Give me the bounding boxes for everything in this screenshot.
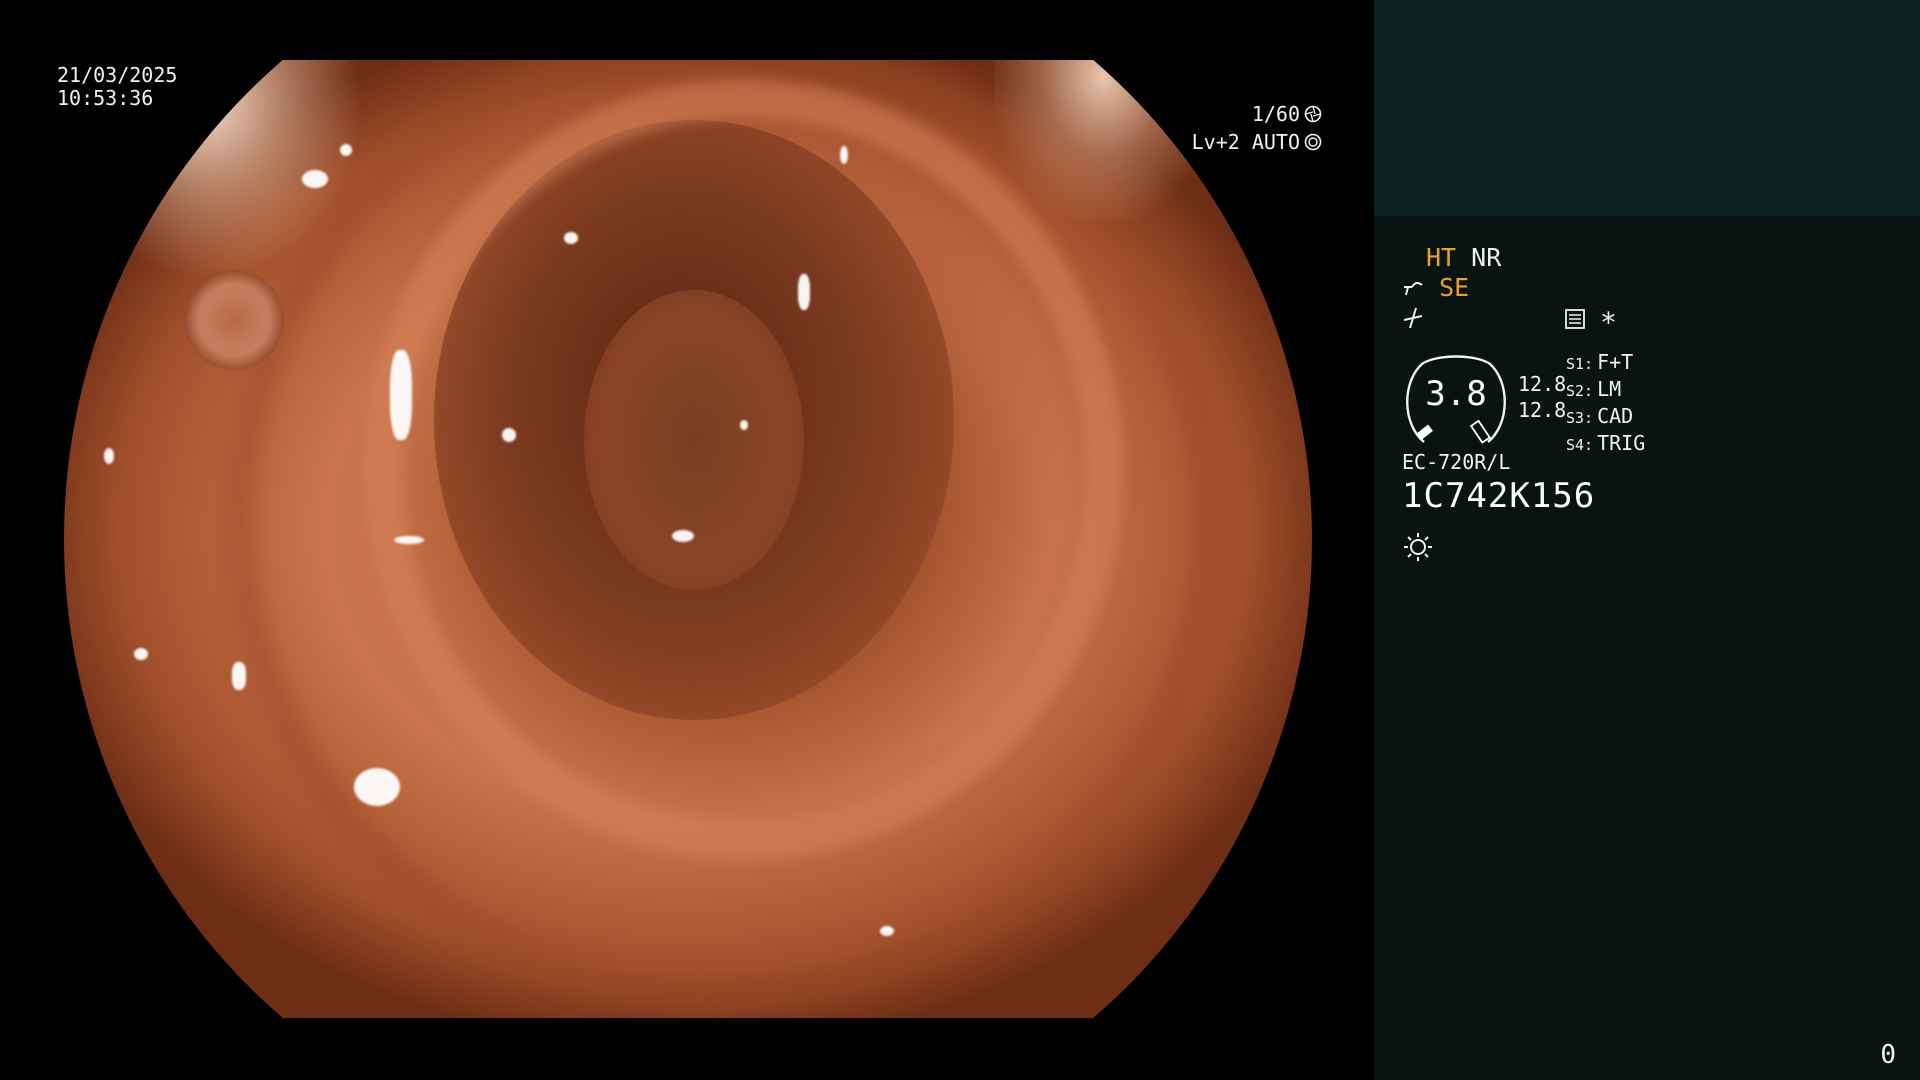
frame-counter: 0: [1880, 1040, 1896, 1070]
scope-switch: S3: CAD: [1566, 404, 1634, 428]
mode-row-2: SE: [1402, 274, 1469, 302]
specular-highlight: [394, 536, 424, 544]
secondary-value-1: 12.8: [1518, 372, 1567, 396]
ht-mode: HT: [1426, 243, 1457, 272]
specular-highlight: [740, 420, 748, 430]
shutter-icon: [1304, 105, 1322, 123]
specular-highlight: [104, 448, 114, 464]
specular-highlight: [232, 662, 246, 690]
specular-highlight: [302, 170, 328, 188]
specular-highlight: [672, 530, 694, 542]
endoscope-image: [64, 60, 1312, 1018]
iris-icon: [1304, 133, 1322, 151]
scope-switch: S4: TRIG: [1566, 431, 1646, 455]
time: 10:53:36: [57, 86, 154, 110]
nr-mode: NR: [1471, 243, 1502, 272]
scope-switch-list: S1: F+T S2: LM S3: CAD S4: TRIG: [1566, 350, 1645, 458]
brightness-icon: [1404, 533, 1432, 561]
specular-highlight: [840, 146, 848, 164]
date: 21/03/2025: [57, 63, 178, 87]
specular-highlight: [880, 926, 894, 936]
iris-mode: Lv+2 AUTO: [1191, 130, 1300, 154]
shutter-speed: 1/60: [1251, 102, 1300, 126]
se-mode: SE: [1439, 273, 1470, 302]
scope-serial: 1C742K156: [1402, 476, 1596, 516]
diverticulum: [184, 270, 284, 370]
specular-highlight: [354, 768, 400, 806]
timestamp: 21/03/2025 10:53:36: [57, 64, 177, 110]
meter-value: 3.8: [1425, 374, 1487, 414]
exposure-settings: 1/60 Lv+2 AUTO: [1192, 100, 1322, 156]
specular-highlight: [390, 350, 412, 440]
specular-highlight: [502, 428, 516, 442]
specular-highlight: [798, 274, 810, 310]
endoscopy-monitor: 21/03/2025 10:53:36 1/60 Lv+2 AUTO HT NR…: [0, 0, 1920, 1080]
record-icon: [1565, 309, 1585, 329]
endoscope-view: 21/03/2025 10:53:36 1/60 Lv+2 AUTO: [0, 0, 1374, 1080]
scope-switch: S2: LM: [1566, 377, 1622, 401]
specular-highlight: [134, 648, 148, 660]
secondary-value-2: 12.8: [1518, 398, 1567, 422]
scope-switch: S1: F+T: [1566, 350, 1634, 374]
specular-highlight: [564, 232, 578, 244]
panel-header: [1374, 0, 1920, 216]
specular-highlight: [340, 144, 352, 156]
tone-curve-icon: [1403, 307, 1423, 329]
enhancement-icon: [1404, 281, 1423, 296]
info-panel: HT NR SE * 3.8 12.8 12.8 S1: F+T S2: LM …: [1374, 0, 1920, 1080]
asterisk-icon: *: [1600, 306, 1617, 339]
scope-model: EC-720R/L: [1402, 450, 1511, 474]
mode-row-1: HT NR: [1426, 244, 1501, 272]
light-glare: [994, 60, 1214, 220]
meter-gauge: 3.8: [1400, 352, 1512, 444]
